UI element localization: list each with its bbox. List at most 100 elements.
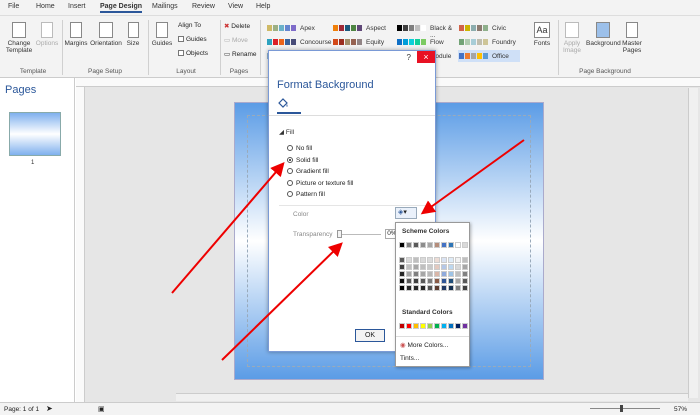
color-scheme-item[interactable]: Apex bbox=[266, 22, 328, 34]
horizontal-scrollbar[interactable] bbox=[176, 393, 688, 401]
color-swatch[interactable] bbox=[420, 264, 426, 270]
color-swatch[interactable] bbox=[455, 271, 461, 277]
color-swatch[interactable] bbox=[434, 264, 440, 270]
color-swatch[interactable] bbox=[448, 242, 454, 248]
transparency-slider-thumb[interactable] bbox=[337, 230, 342, 238]
color-scheme-item[interactable]: Office bbox=[458, 50, 520, 62]
color-swatch[interactable] bbox=[420, 278, 426, 284]
color-swatch[interactable] bbox=[462, 285, 468, 291]
page-thumbnail[interactable] bbox=[9, 112, 61, 156]
close-button[interactable]: × bbox=[417, 51, 435, 63]
color-swatch[interactable] bbox=[441, 271, 447, 277]
color-swatch[interactable] bbox=[420, 285, 426, 291]
color-swatch[interactable] bbox=[413, 264, 419, 270]
color-scheme-item[interactable]: Foundry bbox=[458, 36, 520, 48]
color-scheme-item[interactable]: Civic bbox=[458, 22, 520, 34]
color-swatch[interactable] bbox=[434, 323, 440, 329]
fill-color-dropdown[interactable]: ◈▾ bbox=[395, 207, 417, 219]
color-swatch[interactable] bbox=[413, 285, 419, 291]
color-swatch[interactable] bbox=[455, 242, 461, 248]
color-swatch[interactable] bbox=[399, 264, 405, 270]
menu-home[interactable]: Home bbox=[36, 3, 55, 10]
rename-page-button[interactable]: ▭ Rename bbox=[224, 50, 257, 58]
color-swatch[interactable] bbox=[455, 278, 461, 284]
color-swatch[interactable] bbox=[441, 242, 447, 248]
color-swatch[interactable] bbox=[427, 285, 433, 291]
color-swatch[interactable] bbox=[413, 278, 419, 284]
apply-image-button[interactable]: Apply Image bbox=[560, 22, 584, 54]
color-swatch[interactable] bbox=[413, 242, 419, 248]
color-swatch[interactable] bbox=[441, 264, 447, 270]
color-swatch[interactable] bbox=[434, 278, 440, 284]
objects-checkbox[interactable]: Objects bbox=[178, 50, 208, 57]
color-swatch[interactable] bbox=[455, 323, 461, 329]
color-swatch[interactable] bbox=[427, 264, 433, 270]
color-scheme-item[interactable]: Aspect bbox=[332, 22, 394, 34]
color-swatch[interactable] bbox=[406, 323, 412, 329]
fonts-button[interactable]: Aa Fonts bbox=[532, 22, 552, 47]
zoom-slider-thumb[interactable] bbox=[620, 405, 623, 412]
color-swatch[interactable] bbox=[399, 278, 405, 284]
color-swatch[interactable] bbox=[455, 285, 461, 291]
color-swatch[interactable] bbox=[406, 242, 412, 248]
fill-option[interactable]: Gradient fill bbox=[287, 168, 329, 175]
color-swatch[interactable] bbox=[462, 278, 468, 284]
menu-page-design[interactable]: Page Design bbox=[100, 3, 143, 13]
color-swatch[interactable] bbox=[448, 264, 454, 270]
guides-checkbox[interactable]: Guides bbox=[178, 36, 207, 43]
vertical-scrollbar[interactable] bbox=[688, 88, 698, 398]
color-swatch[interactable] bbox=[399, 242, 405, 248]
color-swatch[interactable] bbox=[406, 285, 412, 291]
color-swatch[interactable] bbox=[420, 242, 426, 248]
color-swatch[interactable] bbox=[462, 242, 468, 248]
color-swatch[interactable] bbox=[441, 285, 447, 291]
color-swatch[interactable] bbox=[427, 271, 433, 277]
move-page-button[interactable]: ▭ Move bbox=[224, 36, 248, 44]
orientation-button[interactable]: Orientation bbox=[88, 22, 124, 47]
color-swatch[interactable] bbox=[455, 264, 461, 270]
guides-button[interactable]: Guides bbox=[150, 22, 174, 47]
color-swatch[interactable] bbox=[434, 285, 440, 291]
color-swatch[interactable] bbox=[399, 323, 405, 329]
menu-insert[interactable]: Insert bbox=[68, 3, 86, 10]
menu-review[interactable]: Review bbox=[192, 3, 215, 10]
fill-section-header[interactable]: ◢ Fill bbox=[279, 128, 294, 136]
tints-option[interactable]: Tints... bbox=[400, 355, 419, 362]
color-swatch[interactable] bbox=[427, 242, 433, 248]
color-swatch[interactable] bbox=[434, 257, 440, 263]
more-colors-option[interactable]: ◉ More Colors... bbox=[400, 341, 448, 349]
fill-option[interactable]: Solid fill bbox=[287, 157, 318, 164]
menu-mailings[interactable]: Mailings bbox=[152, 3, 178, 10]
color-swatch[interactable] bbox=[399, 271, 405, 277]
color-swatch[interactable] bbox=[420, 323, 426, 329]
delete-page-button[interactable]: ✖ Delete bbox=[224, 22, 250, 30]
help-button[interactable]: ? bbox=[407, 53, 411, 62]
color-swatch[interactable] bbox=[420, 257, 426, 263]
ok-button[interactable]: OK bbox=[355, 329, 385, 342]
color-swatch[interactable] bbox=[420, 271, 426, 277]
color-swatch[interactable] bbox=[462, 323, 468, 329]
color-swatch[interactable] bbox=[455, 257, 461, 263]
color-swatch[interactable] bbox=[427, 323, 433, 329]
color-swatch[interactable] bbox=[413, 271, 419, 277]
color-swatch[interactable] bbox=[441, 278, 447, 284]
color-swatch[interactable] bbox=[406, 278, 412, 284]
menu-file[interactable]: File bbox=[8, 3, 19, 10]
color-swatch[interactable] bbox=[448, 323, 454, 329]
options-button[interactable]: Options bbox=[34, 22, 60, 47]
color-scheme-item[interactable]: Concourse bbox=[266, 36, 331, 48]
color-swatch[interactable] bbox=[399, 257, 405, 263]
size-button[interactable]: Size bbox=[124, 22, 142, 47]
background-button[interactable]: Background bbox=[586, 22, 621, 47]
fill-option[interactable]: No fill bbox=[287, 145, 312, 152]
fill-option[interactable]: Picture or texture fill bbox=[287, 180, 353, 187]
color-swatch[interactable] bbox=[413, 323, 419, 329]
menu-view[interactable]: View bbox=[228, 3, 243, 10]
color-scheme-item[interactable]: Black & ... bbox=[396, 22, 458, 39]
color-swatch[interactable] bbox=[434, 242, 440, 248]
align-to-button[interactable]: Align To bbox=[178, 22, 201, 29]
master-pages-button[interactable]: Master Pages bbox=[620, 22, 644, 54]
layout-icon[interactable]: ▣ bbox=[98, 405, 105, 413]
color-scheme-item[interactable]: Flow bbox=[396, 36, 458, 48]
color-swatch[interactable] bbox=[448, 278, 454, 284]
